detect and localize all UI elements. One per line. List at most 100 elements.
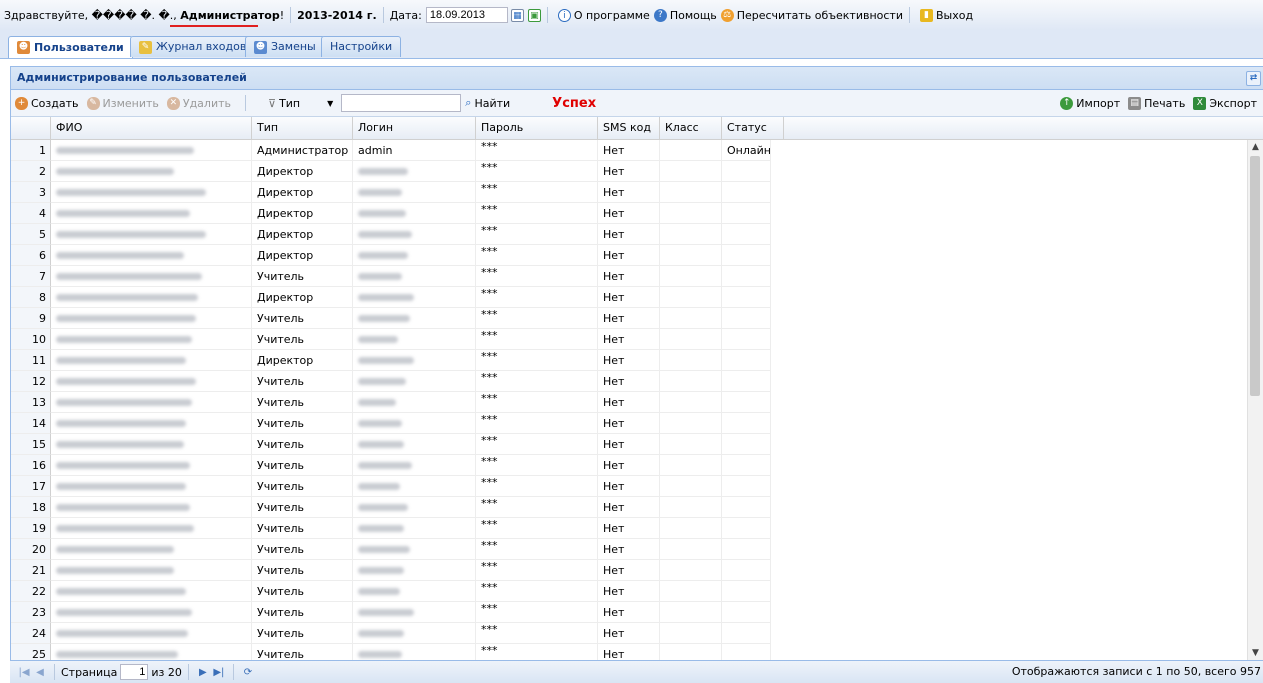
table-row[interactable]: 23 Учитель *** Нет — [11, 602, 771, 623]
cell-type: Директор — [252, 245, 353, 266]
cell-login — [353, 497, 476, 518]
next-page-icon[interactable]: ▶ — [195, 667, 211, 678]
table-row[interactable]: 6 Директор *** Нет — [11, 245, 771, 266]
create-button[interactable]: + Создать — [11, 96, 83, 110]
page-count: из 20 — [151, 665, 182, 679]
redacted-name — [56, 629, 188, 637]
lock-icon: ▮ — [920, 8, 933, 22]
first-page-icon[interactable]: |◀ — [16, 667, 32, 678]
cell-login — [353, 581, 476, 602]
table-row[interactable]: 2 Директор *** Нет — [11, 161, 771, 182]
about-button[interactable]: i О программе — [557, 8, 650, 22]
table-row[interactable]: 1 Администратор admin *** Нет Онлайн — [11, 140, 771, 161]
refresh-icon[interactable]: ⇄ — [1246, 71, 1261, 86]
table-row[interactable]: 3 Директор *** Нет — [11, 182, 771, 203]
vertical-scrollbar[interactable]: ▲ ▼ — [1247, 140, 1263, 660]
row-number: 14 — [11, 413, 51, 434]
table-row[interactable]: 5 Директор *** Нет — [11, 224, 771, 245]
search-input[interactable] — [341, 94, 462, 112]
logout-button[interactable]: ▮ Выход — [920, 8, 973, 22]
scroll-up-icon[interactable]: ▲ — [1248, 140, 1263, 154]
row-number: 16 — [11, 455, 51, 476]
table-row[interactable]: 4 Директор *** Нет — [11, 203, 771, 224]
export-button[interactable]: X Экспорт — [1189, 96, 1261, 110]
table-row[interactable]: 24 Учитель *** Нет — [11, 623, 771, 644]
column-header-type[interactable]: Тип — [252, 117, 353, 139]
edit-button[interactable]: ✎ Изменить — [83, 96, 163, 110]
cell-login — [353, 434, 476, 455]
cell-class — [660, 392, 722, 413]
table-row[interactable]: 21 Учитель *** Нет — [11, 560, 771, 581]
column-header-status[interactable]: Статус — [722, 117, 784, 139]
column-header-fio[interactable]: ФИО — [51, 117, 252, 139]
redacted-login — [358, 167, 408, 175]
row-number: 25 — [11, 644, 51, 660]
import-button[interactable]: ↑ Импорт — [1056, 96, 1124, 110]
cell-status — [722, 602, 771, 623]
table-row[interactable]: 17 Учитель *** Нет — [11, 476, 771, 497]
tab-substitutions[interactable]: ☻ Замены — [245, 36, 325, 57]
table-row[interactable]: 20 Учитель *** Нет — [11, 539, 771, 560]
grid-header: ФИО Тип Логин Пароль SMS код Класс Стату… — [11, 117, 1263, 140]
date-field[interactable] — [425, 7, 508, 23]
cell-class — [660, 161, 722, 182]
cell-type: Директор — [252, 350, 353, 371]
table-row[interactable]: 11 Директор *** Нет — [11, 350, 771, 371]
refresh-grid-icon[interactable]: ⟳ — [240, 667, 256, 678]
tab-login-journal[interactable]: ✎ Журнал входов — [130, 36, 256, 57]
table-row[interactable]: 14 Учитель *** Нет — [11, 413, 771, 434]
cell-password: *** — [476, 140, 598, 161]
calendar-today-icon[interactable]: ▣ — [527, 8, 541, 22]
cell-class — [660, 497, 722, 518]
cell-status — [722, 350, 771, 371]
cell-status — [722, 560, 771, 581]
table-row[interactable]: 10 Учитель *** Нет — [11, 329, 771, 350]
scroll-thumb[interactable] — [1250, 156, 1260, 396]
cell-status — [722, 224, 771, 245]
cell-sms: Нет — [598, 518, 660, 539]
tab-users[interactable]: ☻ Пользователи — [8, 36, 133, 58]
cell-sms: Нет — [598, 287, 660, 308]
cell-password: *** — [476, 245, 598, 266]
redacted-login — [358, 524, 404, 532]
cell-class — [660, 476, 722, 497]
column-header-password[interactable]: Пароль — [476, 117, 598, 139]
cell-password: *** — [476, 266, 598, 287]
table-row[interactable]: 12 Учитель *** Нет — [11, 371, 771, 392]
calendar-icon[interactable]: ▦ — [510, 8, 524, 22]
prev-page-icon[interactable]: ◀ — [32, 667, 48, 678]
type-filter-button[interactable]: ⊽ Тип ▼ — [264, 97, 337, 110]
cell-type: Директор — [252, 203, 353, 224]
redacted-name — [56, 293, 198, 301]
redacted-name — [56, 503, 190, 511]
table-row[interactable]: 22 Учитель *** Нет — [11, 581, 771, 602]
redacted-login — [358, 230, 412, 238]
help-button[interactable]: ? Помощь — [653, 8, 717, 22]
delete-button[interactable]: ✕ Удалить — [163, 96, 235, 110]
table-row[interactable]: 19 Учитель *** Нет — [11, 518, 771, 539]
table-row[interactable]: 9 Учитель *** Нет — [11, 308, 771, 329]
last-page-icon[interactable]: ▶| — [211, 667, 227, 678]
table-row[interactable]: 25 Учитель *** Нет — [11, 644, 771, 660]
find-button[interactable]: ⌕ Найти — [461, 96, 514, 110]
tab-settings[interactable]: Настройки — [321, 36, 402, 57]
redacted-name — [56, 377, 196, 385]
cell-sms: Нет — [598, 182, 660, 203]
cell-login — [353, 287, 476, 308]
table-row[interactable]: 15 Учитель *** Нет — [11, 434, 771, 455]
redacted-login — [358, 251, 408, 259]
redacted-name — [56, 608, 192, 616]
table-row[interactable]: 8 Директор *** Нет — [11, 287, 771, 308]
scroll-down-icon[interactable]: ▼ — [1248, 646, 1263, 660]
cell-password: *** — [476, 182, 598, 203]
recalc-button[interactable]: ⚖ Пересчитать объективности — [720, 8, 903, 22]
print-button[interactable]: ▤ Печать — [1124, 96, 1189, 110]
column-header-login[interactable]: Логин — [353, 117, 476, 139]
table-row[interactable]: 13 Учитель *** Нет — [11, 392, 771, 413]
table-row[interactable]: 7 Учитель *** Нет — [11, 266, 771, 287]
column-header-sms[interactable]: SMS код — [598, 117, 660, 139]
page-number-input[interactable] — [120, 664, 149, 680]
table-row[interactable]: 18 Учитель *** Нет — [11, 497, 771, 518]
column-header-class[interactable]: Класс — [660, 117, 722, 139]
table-row[interactable]: 16 Учитель *** Нет — [11, 455, 771, 476]
